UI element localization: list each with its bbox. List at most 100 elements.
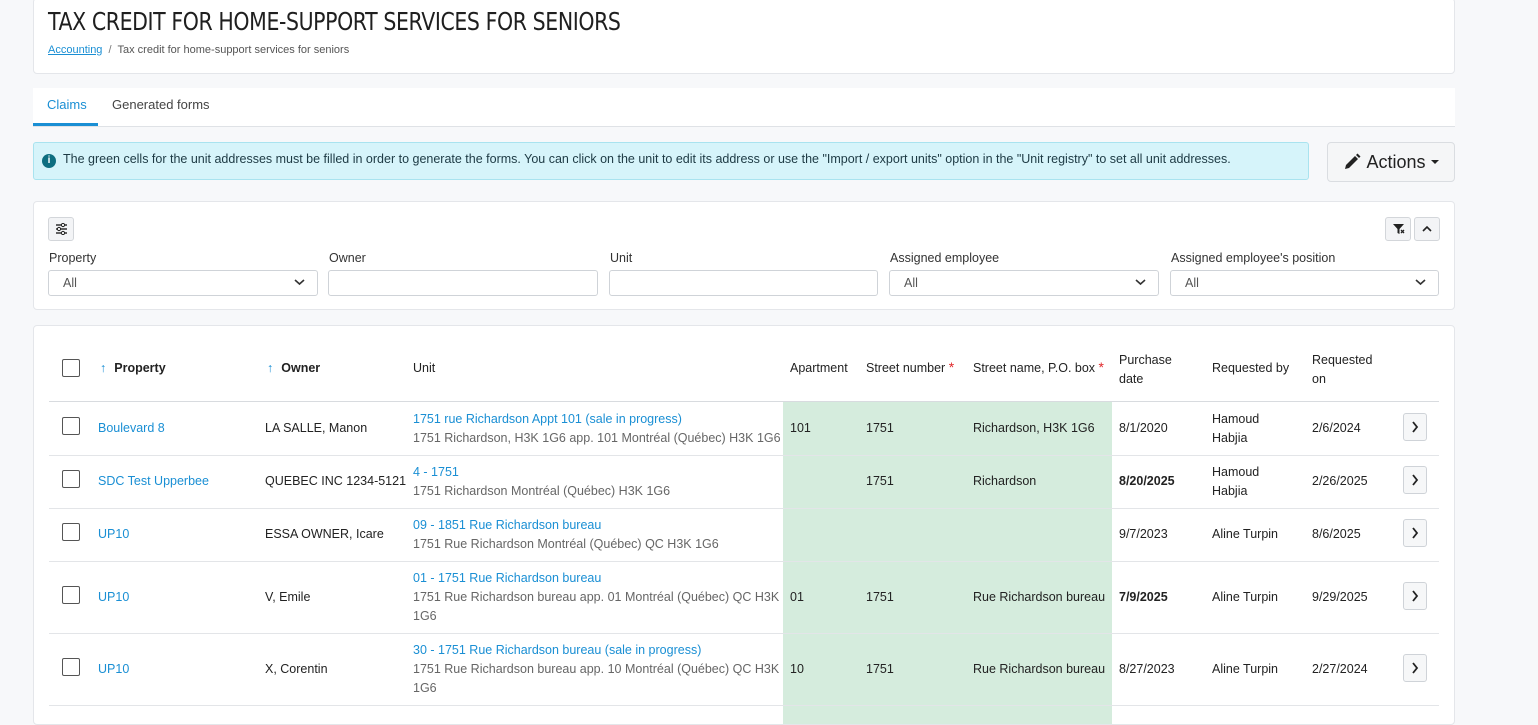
unit-link[interactable]: 1751 rue Richardson Appt 101 (sale in pr… xyxy=(413,412,682,426)
street-name-cell: Rue Richardson bureau xyxy=(973,590,1106,604)
required-mark: * xyxy=(948,359,955,375)
requested-by-cell: Aline Turpin xyxy=(1212,590,1279,604)
apartment-cell: 01 xyxy=(790,590,804,604)
requested-by-cell: Hamoud xyxy=(1212,412,1260,426)
street-name-cell: Richardson xyxy=(973,474,1037,488)
owner-column-header[interactable]: ↑ Owner xyxy=(267,361,320,375)
chevron-down-icon xyxy=(1415,279,1426,286)
position-filter-label: Assigned employee's position xyxy=(1171,251,1336,265)
property-filter-select[interactable]: All xyxy=(48,270,318,296)
unit-address: 1751 Rue Richardson bureau app. 10 Montr… xyxy=(413,662,780,676)
clear-filter-button[interactable] xyxy=(1385,217,1411,241)
tab-generated-forms[interactable]: Generated forms xyxy=(98,88,224,126)
info-alert: i The green cells for the unit addresses… xyxy=(33,142,1309,180)
position-filter-select[interactable]: All xyxy=(1170,270,1439,296)
pencil-icon xyxy=(1345,153,1361,169)
apartment-column-header: Apartment xyxy=(790,361,848,375)
sliders-icon xyxy=(55,223,67,235)
employee-filter-value: All xyxy=(904,276,918,290)
sort-asc-icon: ↑ xyxy=(267,361,274,375)
purchase-date-cell: 9/7/2023 xyxy=(1119,527,1168,541)
requested-by-cell: Hamoud xyxy=(1212,465,1260,479)
row-checkbox[interactable] xyxy=(62,658,80,676)
street-number-cell: 1751 xyxy=(866,474,894,488)
row-checkbox[interactable] xyxy=(62,586,80,604)
employee-filter-select[interactable]: All xyxy=(889,270,1159,296)
requested-on-column-header: Requested on xyxy=(1312,353,1373,386)
street-name-cell: Rue Richardson bureau xyxy=(973,662,1106,676)
purchase-date-cell: 8/27/2023 xyxy=(1119,662,1175,676)
row-divider xyxy=(49,705,1439,706)
requested-by-cell: Aline Turpin xyxy=(1212,527,1279,541)
requested-on-cell: 2/27/2024 xyxy=(1312,662,1368,676)
row-divider xyxy=(49,455,1439,456)
purchase-date-cell: 7/9/2025 xyxy=(1119,590,1168,604)
property-filter-label: Property xyxy=(49,251,97,265)
owner-filter-input[interactable] xyxy=(328,270,598,296)
header-divider xyxy=(49,401,1439,402)
row-divider xyxy=(49,633,1439,634)
caret-down-icon xyxy=(1430,160,1439,164)
apartment-cell: 101 xyxy=(790,421,811,435)
property-filter-value: All xyxy=(63,276,77,290)
unit-address: 1751 Rue Richardson Montréal (Québec) QC… xyxy=(413,537,719,551)
chevron-down-icon xyxy=(1135,279,1146,286)
row-divider xyxy=(49,561,1439,562)
open-claim-button[interactable] xyxy=(1403,519,1427,547)
unit-link[interactable]: 4 - 1751 xyxy=(413,465,459,479)
owner-cell: V, Emile xyxy=(265,590,311,604)
unit-address: 1751 Rue Richardson bureau app. 01 Montr… xyxy=(413,590,780,604)
property-link[interactable]: UP10 xyxy=(98,527,129,541)
street-number-cell: 1751 xyxy=(866,590,894,604)
sort-asc-icon: ↑ xyxy=(100,361,107,375)
open-claim-button[interactable] xyxy=(1403,466,1427,494)
open-claim-button[interactable] xyxy=(1403,654,1427,682)
chevron-right-icon xyxy=(1412,662,1419,674)
street-number-cell: 1751 xyxy=(866,421,894,435)
unit-column-header: Unit xyxy=(413,361,436,375)
requested-on-cell: 2/6/2024 xyxy=(1312,421,1361,435)
requested-on-cell: 9/29/2025 xyxy=(1312,590,1368,604)
owner-filter-label: Owner xyxy=(329,251,366,265)
requested-by-cell-line2: Habjia xyxy=(1212,431,1248,445)
position-filter-value: All xyxy=(1185,276,1199,290)
requested-by-column-header: Requested by xyxy=(1212,361,1290,375)
unit-link[interactable]: 30 - 1751 Rue Richardson bureau (sale in… xyxy=(413,643,701,657)
row-checkbox[interactable] xyxy=(62,417,80,435)
row-checkbox[interactable] xyxy=(62,523,80,541)
chevron-right-icon xyxy=(1412,590,1419,602)
open-claim-button[interactable] xyxy=(1403,582,1427,610)
unit-address: 1751 Richardson, H3K 1G6 app. 101 Montré… xyxy=(413,431,781,445)
apartment-cell: 10 xyxy=(790,662,804,676)
unit-address: 1751 Richardson Montréal (Québec) H3K 1G… xyxy=(413,484,671,498)
purchase-date-cell: 8/20/2025 xyxy=(1119,474,1175,488)
property-column-header[interactable]: ↑ Property xyxy=(100,361,166,375)
purchase-date-column-header: Purchase date xyxy=(1119,353,1172,386)
property-link[interactable]: SDC Test Upperbee xyxy=(98,474,209,488)
property-link[interactable]: Boulevard 8 xyxy=(98,421,165,435)
filter-panel: Property All Owner Unit Assigned employe… xyxy=(33,201,1455,310)
tab-claims[interactable]: Claims xyxy=(33,88,98,126)
street-name-cell: Richardson, H3K 1G6 xyxy=(973,421,1095,435)
requested-on-cell: 2/26/2025 xyxy=(1312,474,1368,488)
page-title: TAX CREDIT FOR HOME-SUPPORT SERVICES FOR… xyxy=(48,7,621,36)
unit-filter-input[interactable] xyxy=(609,270,878,296)
select-all-checkbox[interactable] xyxy=(62,359,80,377)
breadcrumb-accounting-link[interactable]: Accounting xyxy=(48,44,102,56)
unit-link[interactable]: 01 - 1751 Rue Richardson bureau xyxy=(413,571,601,585)
row-checkbox[interactable] xyxy=(62,470,80,488)
required-mark: * xyxy=(1098,359,1104,375)
owner-cell: X, Corentin xyxy=(265,662,328,676)
employee-filter-label: Assigned employee xyxy=(890,251,1000,265)
unit-address-line2: 1G6 xyxy=(413,681,437,695)
property-link[interactable]: UP10 xyxy=(98,662,129,676)
filter-settings-button[interactable] xyxy=(48,217,74,241)
street-number-cell: 1751 xyxy=(866,662,894,676)
tab-bar: Claims Generated forms xyxy=(33,88,1455,127)
property-link[interactable]: UP10 xyxy=(98,590,129,604)
open-claim-button[interactable] xyxy=(1403,413,1427,441)
filter-clear-icon xyxy=(1392,224,1404,234)
collapse-filters-button[interactable] xyxy=(1414,217,1440,241)
actions-button[interactable]: Actions xyxy=(1327,142,1455,182)
unit-link[interactable]: 09 - 1851 Rue Richardson bureau xyxy=(413,518,601,532)
